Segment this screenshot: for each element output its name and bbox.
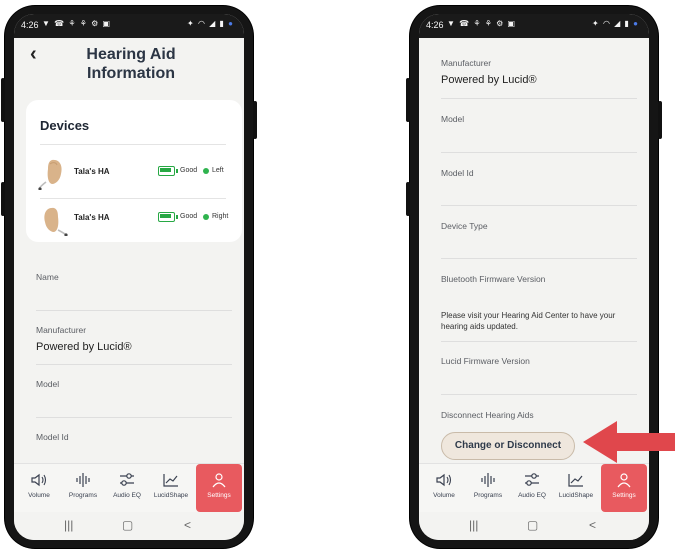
bt-firmware-label: Bluetooth Firmware Version — [441, 274, 546, 284]
chart-icon — [163, 474, 178, 487]
person-icon — [617, 473, 631, 488]
notification-icons: ▼ ☎ ⚘ ⚘ ⚙ ▣ — [42, 19, 112, 28]
home-icon[interactable]: ▢ — [122, 518, 133, 532]
status-dot-icon — [203, 168, 209, 174]
status-time: 4:26 — [21, 20, 39, 30]
field-divider — [441, 205, 637, 206]
model-label: Model — [441, 114, 465, 124]
field-divider — [441, 98, 637, 99]
status-bar: 4:26 ▼ ☎ ⚘ ⚘ ⚙ ▣ ✦ ◠ ◢ ▮ ● — [419, 14, 649, 38]
model-id-label: Model Id — [441, 168, 474, 178]
manufacturer-value: Powered by Lucid® — [36, 341, 132, 353]
system-icons: ✦ ◠ ◢ ▮ ● — [592, 19, 639, 28]
devices-title: Devices — [40, 118, 90, 133]
nav-audio-eq[interactable]: Audio EQ — [106, 464, 148, 512]
field-divider — [36, 310, 232, 311]
device-row-right[interactable]: Tala's HA Good Right — [26, 200, 242, 240]
card-divider — [40, 144, 226, 145]
bixby-button — [1, 182, 5, 216]
battery-status: Good — [180, 213, 198, 220]
volume-button — [1, 78, 5, 122]
model-id-label: Model Id — [36, 432, 69, 442]
field-divider — [441, 258, 637, 259]
chart-icon — [568, 474, 583, 487]
home-icon[interactable]: ▢ — [527, 518, 538, 532]
nav-volume[interactable]: Volume — [423, 464, 465, 512]
bottom-nav: Volume Programs Audio EQ LucidShape Sett… — [419, 463, 649, 512]
person-icon — [212, 473, 226, 488]
manufacturer-value: Powered by Lucid® — [441, 74, 537, 86]
android-nav: ||| ▢ < — [14, 514, 244, 540]
volume-button — [406, 78, 410, 122]
hearing-aid-icon — [38, 159, 62, 190]
field-divider — [441, 341, 637, 342]
device-name: Tala's HA — [74, 167, 110, 176]
model-label: Model — [36, 379, 60, 389]
disconnect-label: Disconnect Hearing Aids — [441, 410, 534, 420]
hearing-aid-icon — [44, 207, 68, 236]
name-label: Name — [36, 272, 59, 282]
status-time: 4:26 — [426, 20, 444, 30]
nav-volume[interactable]: Volume — [18, 464, 60, 512]
recents-icon[interactable]: ||| — [64, 518, 73, 532]
device-side: Right — [212, 213, 229, 220]
lucid-firmware-label: Lucid Firmware Version — [441, 356, 530, 366]
status-dot-icon — [203, 214, 209, 220]
nav-settings[interactable]: Settings — [196, 464, 242, 512]
android-nav: ||| ▢ < — [419, 514, 649, 540]
phone-left: 4:26 ▼ ☎ ⚘ ⚘ ⚙ ▣ ✦ ◠ ◢ ▮ ● ‹ Hearing Aid… — [1, 6, 257, 548]
field-divider — [441, 152, 637, 153]
notification-icons: ▼ ☎ ⚘ ⚘ ⚙ ▣ — [447, 19, 517, 28]
back-arrow-icon[interactable]: ‹ — [30, 44, 44, 64]
nav-lucidshape[interactable]: LucidShape — [555, 464, 597, 512]
device-name: Tala's HA — [74, 213, 110, 222]
bt-firmware-note: Please visit your Hearing Aid Center to … — [441, 311, 616, 331]
card-divider — [40, 198, 226, 199]
bars-icon — [76, 473, 90, 487]
field-divider — [36, 417, 232, 418]
speaker-icon — [31, 473, 47, 487]
manufacturer-label: Manufacturer — [36, 325, 87, 335]
nav-settings[interactable]: Settings — [601, 464, 647, 512]
nav-programs[interactable]: Programs — [467, 464, 509, 512]
bars-icon — [481, 473, 495, 487]
sliders-icon — [525, 473, 539, 486]
nav-programs[interactable]: Programs — [62, 464, 104, 512]
speaker-icon — [436, 473, 452, 487]
phone-right: 4:26 ▼ ☎ ⚘ ⚘ ⚙ ▣ ✦ ◠ ◢ ▮ ● Manufacturer … — [406, 6, 662, 548]
back-icon[interactable]: < — [589, 518, 596, 532]
screen-left: 4:26 ▼ ☎ ⚘ ⚘ ⚙ ▣ ✦ ◠ ◢ ▮ ● ‹ Hearing Aid… — [14, 14, 244, 540]
back-icon[interactable]: < — [184, 518, 191, 532]
recents-icon[interactable]: ||| — [469, 518, 478, 532]
device-type-label: Device Type — [441, 221, 488, 231]
nav-lucidshape[interactable]: LucidShape — [150, 464, 192, 512]
change-or-disconnect-button[interactable]: Change or Disconnect — [441, 432, 575, 460]
page-title: Hearing Aid Information — [86, 46, 176, 82]
pointer-arrow-icon — [583, 421, 675, 463]
sliders-icon — [120, 473, 134, 486]
power-button — [658, 101, 662, 139]
manufacturer-label: Manufacturer — [441, 58, 492, 68]
field-divider — [36, 364, 232, 365]
device-side: Left — [212, 167, 224, 174]
status-bar: 4:26 ▼ ☎ ⚘ ⚘ ⚙ ▣ ✦ ◠ ◢ ▮ ● — [14, 14, 244, 38]
nav-audio-eq[interactable]: Audio EQ — [511, 464, 553, 512]
battery-icon — [158, 212, 178, 222]
system-icons: ✦ ◠ ◢ ▮ ● — [187, 19, 234, 28]
bixby-button — [406, 182, 410, 216]
bottom-nav: Volume Programs Audio EQ LucidShape Sett… — [14, 463, 244, 512]
battery-icon — [158, 166, 178, 176]
battery-status: Good — [180, 167, 198, 174]
field-divider — [441, 394, 637, 395]
devices-card: Devices Tala's HA Good Left Tala's HA Go… — [26, 100, 242, 242]
power-button — [253, 101, 257, 139]
device-row-left[interactable]: Tala's HA Good Left — [26, 154, 242, 194]
